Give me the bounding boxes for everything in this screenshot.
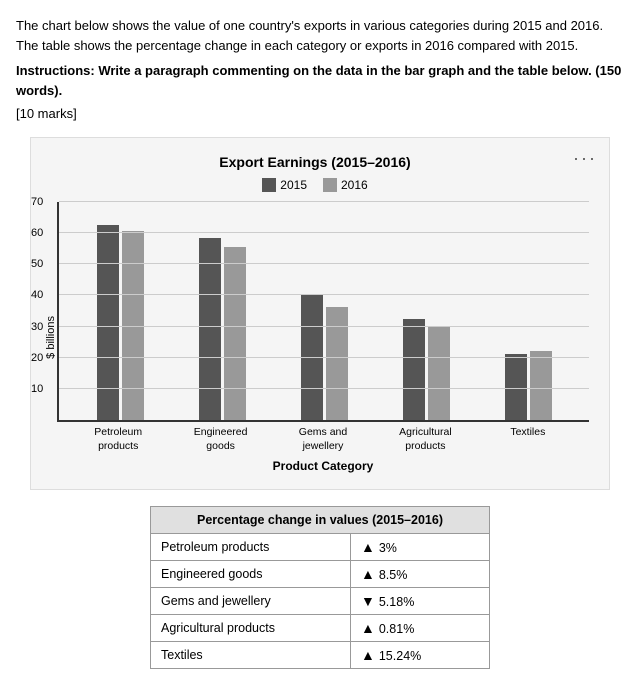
bar-group-0 <box>77 225 163 420</box>
table-row: Textiles ▲ 15.24% <box>151 642 490 669</box>
chart-title: Export Earnings (2015–2016) <box>41 154 589 170</box>
pct-value-1: 8.5% <box>379 568 408 582</box>
chart-container: $ billions 10203040506070 Petroleumprodu… <box>41 202 589 473</box>
table-value-2: ▼ 5.18% <box>351 588 490 615</box>
pct-value-2: 5.18% <box>379 595 414 609</box>
table-header: Percentage change in values (2015–2016) <box>151 507 490 534</box>
bar-group-4 <box>485 351 571 420</box>
x-label-4: Textiles <box>477 426 579 453</box>
x-label-1: Engineeredgoods <box>169 426 271 453</box>
x-label-3: Agriculturalproducts <box>374 426 476 453</box>
bar-2015-3 <box>403 319 425 420</box>
table-category-3: Agricultural products <box>151 615 351 642</box>
bar-2016-4 <box>530 351 552 420</box>
pct-value-4: 15.24% <box>379 649 421 663</box>
table-value-0: ▲ 3% <box>351 534 490 561</box>
percentage-table: Percentage change in values (2015–2016) … <box>150 506 490 669</box>
x-label-2: Gems andjewellery <box>272 426 374 453</box>
arrow-up-icon: ▲ <box>361 620 375 636</box>
arrow-up-icon: ▲ <box>361 647 375 663</box>
table-row: Gems and jewellery ▼ 5.18% <box>151 588 490 615</box>
table-category-2: Gems and jewellery <box>151 588 351 615</box>
y-axis-label: $ billions <box>41 316 57 359</box>
marks-text: [10 marks] <box>16 106 624 121</box>
arrow-down-icon: ▼ <box>361 593 375 609</box>
table-row: Petroleum products ▲ 3% <box>151 534 490 561</box>
table-value-1: ▲ 8.5% <box>351 561 490 588</box>
arrow-up-icon: ▲ <box>361 539 375 555</box>
legend-label-2016: 2016 <box>341 178 368 192</box>
bar-2016-3 <box>428 326 450 420</box>
legend-item-2015: 2015 <box>262 178 307 192</box>
bar-group-1 <box>179 238 265 420</box>
table-section: Percentage change in values (2015–2016) … <box>16 506 624 669</box>
x-axis-title: Product Category <box>57 459 589 473</box>
bar-2016-2 <box>326 307 348 420</box>
more-options-icon[interactable]: ··· <box>573 148 597 169</box>
pct-value-0: 3% <box>379 541 397 555</box>
chart-legend: 2015 2016 <box>41 178 589 192</box>
bar-2015-1 <box>199 238 221 420</box>
x-labels: PetroleumproductsEngineeredgoodsGems and… <box>57 422 589 453</box>
bars-and-axis: 10203040506070 <box>57 202 589 422</box>
legend-box-2016 <box>323 178 337 192</box>
arrow-up-icon: ▲ <box>361 566 375 582</box>
description-text: The chart below shows the value of one c… <box>16 16 624 55</box>
table-value-3: ▲ 0.81% <box>351 615 490 642</box>
table-category-1: Engineered goods <box>151 561 351 588</box>
chart-inner: 10203040506070 PetroleumproductsEngineer… <box>57 202 589 473</box>
table-row: Agricultural products ▲ 0.81% <box>151 615 490 642</box>
bar-2015-0 <box>97 225 119 420</box>
pct-value-3: 0.81% <box>379 622 414 636</box>
x-label-0: Petroleumproducts <box>67 426 169 453</box>
legend-box-2015 <box>262 178 276 192</box>
instructions-text: Instructions: Write a paragraph commenti… <box>16 61 624 100</box>
legend-label-2015: 2015 <box>280 178 307 192</box>
bar-2016-1 <box>224 247 246 420</box>
chart-area: ··· Export Earnings (2015–2016) 2015 201… <box>30 137 610 490</box>
table-value-4: ▲ 15.24% <box>351 642 490 669</box>
table-row: Engineered goods ▲ 8.5% <box>151 561 490 588</box>
instructions-bold: Instructions: Write a paragraph commenti… <box>16 63 621 98</box>
bar-group-3 <box>383 319 469 420</box>
table-category-0: Petroleum products <box>151 534 351 561</box>
table-category-4: Textiles <box>151 642 351 669</box>
legend-item-2016: 2016 <box>323 178 368 192</box>
